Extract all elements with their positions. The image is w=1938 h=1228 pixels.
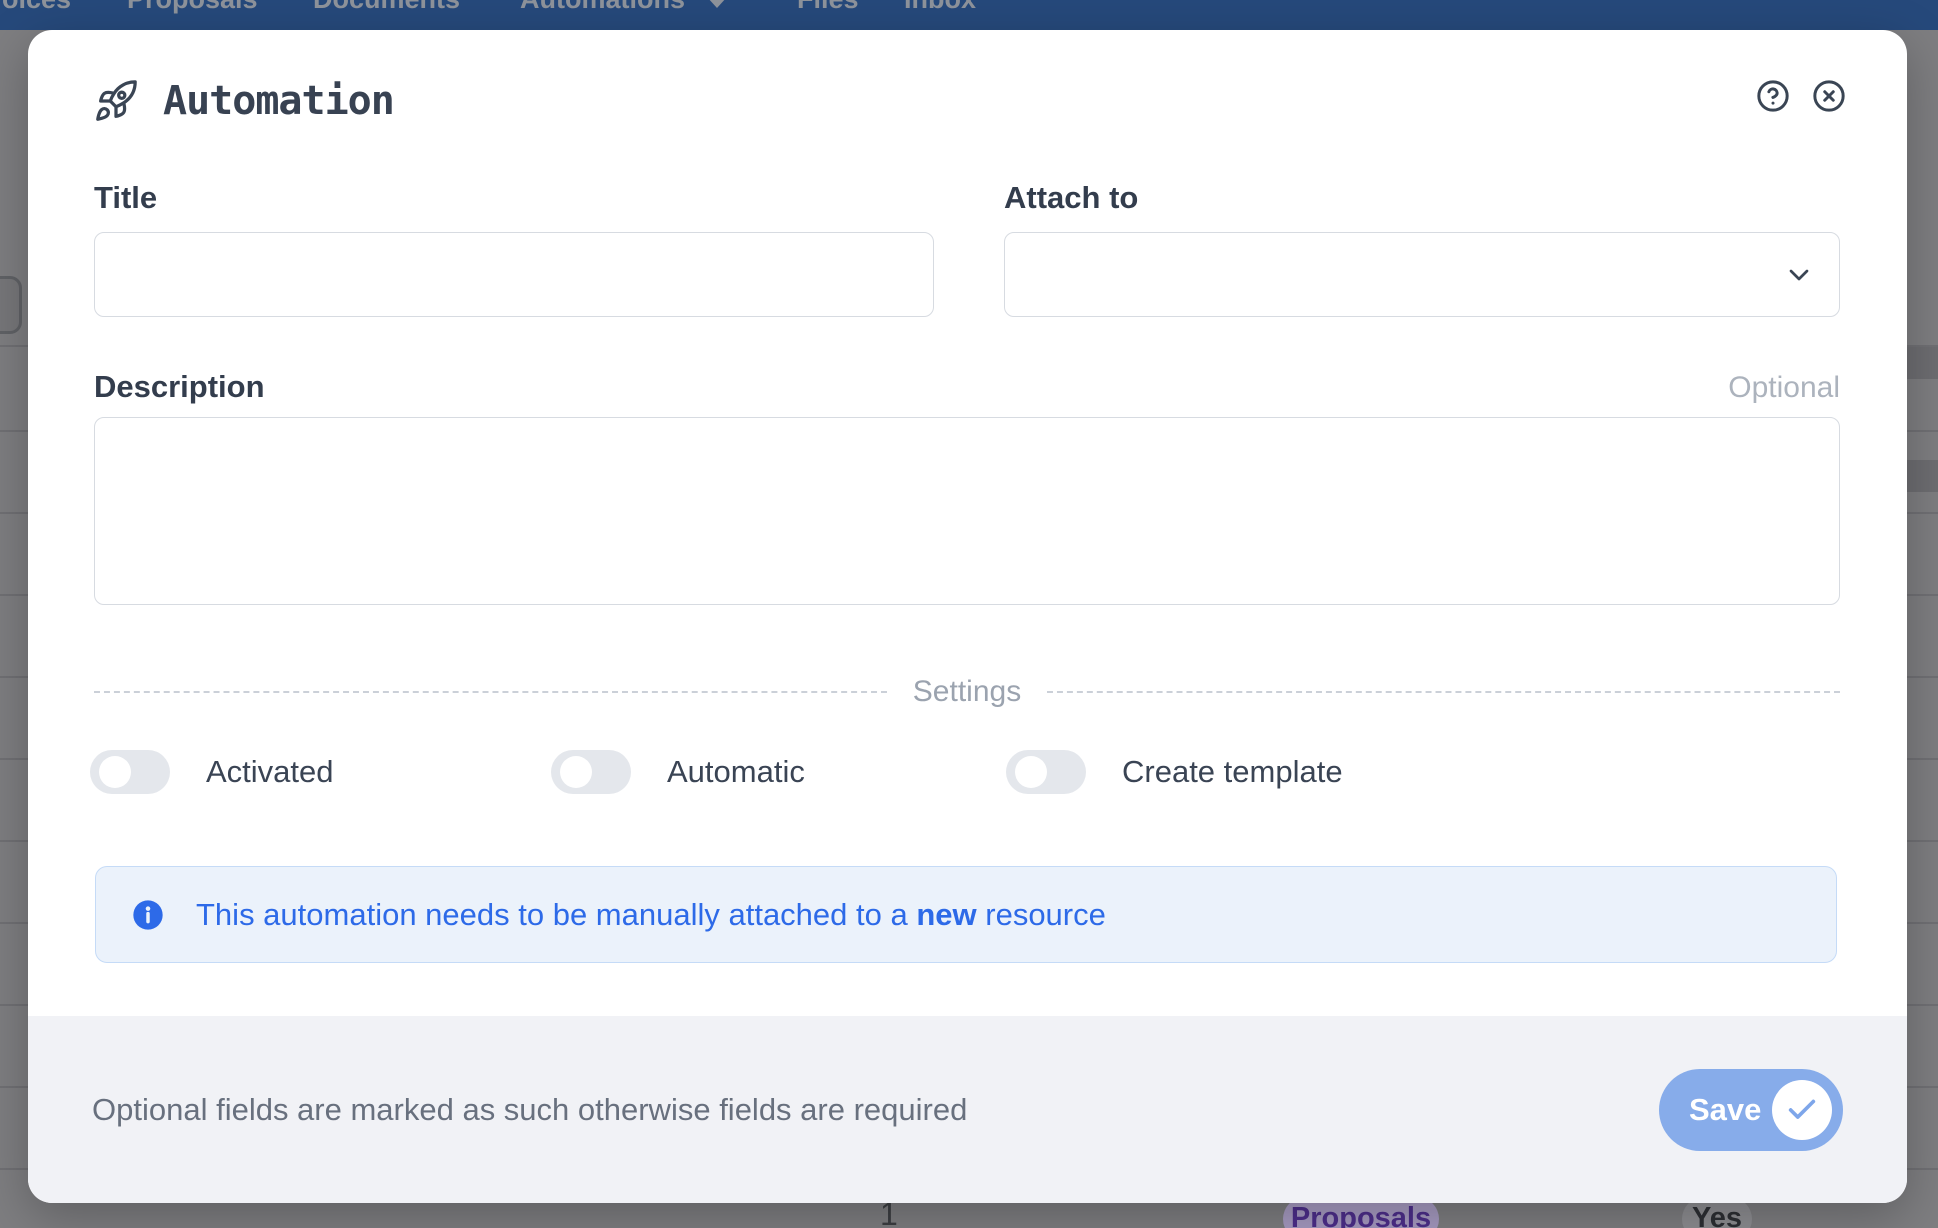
nav-item-inbox[interactable]: Inbox bbox=[904, 0, 976, 14]
divider-line bbox=[94, 691, 887, 693]
attach-to-label: Attach to bbox=[1004, 180, 1840, 232]
automation-dialog: Automation bbox=[28, 30, 1907, 1203]
close-button[interactable] bbox=[1812, 79, 1846, 113]
description-textarea[interactable] bbox=[94, 417, 1840, 605]
attach-to-select[interactable] bbox=[1004, 232, 1840, 317]
dimmed-card-outline bbox=[0, 276, 22, 334]
info-banner: This automation needs to be manually att… bbox=[95, 866, 1837, 963]
banner-text: This automation needs to be manually att… bbox=[196, 897, 1106, 933]
toggle-knob bbox=[99, 756, 131, 788]
dialog-header: Automation bbox=[93, 78, 394, 124]
settings-divider-label: Settings bbox=[913, 675, 1021, 709]
nav-item-proposals[interactable]: Proposals bbox=[127, 0, 258, 14]
info-icon bbox=[132, 899, 164, 931]
save-button-label: Save bbox=[1689, 1092, 1761, 1128]
toggle-knob bbox=[560, 756, 592, 788]
chevron-down-icon bbox=[707, 0, 727, 8]
toggle-automatic[interactable] bbox=[551, 750, 631, 794]
nav-item-automations[interactable]: Automations bbox=[520, 0, 685, 14]
check-circle-icon bbox=[1772, 1080, 1832, 1140]
chevron-down-icon bbox=[1783, 259, 1815, 296]
title-input[interactable] bbox=[94, 232, 934, 317]
help-button[interactable] bbox=[1756, 79, 1790, 113]
toggle-activated[interactable] bbox=[90, 750, 170, 794]
toggle-create-template-label: Create template bbox=[1122, 754, 1343, 790]
save-button[interactable]: Save bbox=[1659, 1069, 1843, 1151]
optional-tag: Optional bbox=[1728, 371, 1840, 405]
divider-line bbox=[1047, 691, 1840, 693]
top-nav: oices Proposals Documents Automations Fi… bbox=[0, 0, 1938, 30]
close-icon bbox=[1812, 79, 1846, 113]
toggle-activated-label: Activated bbox=[206, 754, 334, 790]
title-label: Title bbox=[94, 180, 934, 232]
screen: 1 Proposals Yes oices Proposals Document… bbox=[0, 0, 1938, 1228]
settings-divider: Settings bbox=[94, 675, 1840, 709]
nav-item-invoices[interactable]: oices bbox=[2, 0, 71, 14]
nav-item-documents[interactable]: Documents bbox=[313, 0, 460, 14]
toggle-automatic-label: Automatic bbox=[667, 754, 805, 790]
help-circle-icon bbox=[1756, 79, 1790, 113]
footer-note: Optional fields are marked as such other… bbox=[92, 1092, 967, 1128]
dialog-footer: Optional fields are marked as such other… bbox=[28, 1016, 1907, 1203]
toggle-knob bbox=[1015, 756, 1047, 788]
dialog-title: Automation bbox=[163, 78, 394, 124]
description-label: Description bbox=[94, 369, 265, 405]
rocket-icon bbox=[93, 78, 139, 124]
nav-item-files[interactable]: Files bbox=[797, 0, 859, 14]
toggle-create-template[interactable] bbox=[1006, 750, 1086, 794]
